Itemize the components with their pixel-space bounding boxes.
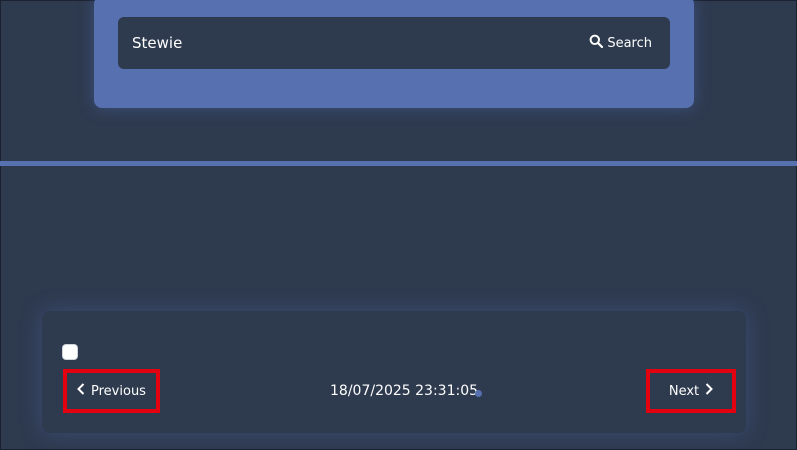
pagination-card: Previous 18/07/2025 23:31:05 Next — [42, 311, 746, 433]
next-button[interactable]: Next — [646, 369, 736, 413]
search-bar: Search — [118, 17, 670, 69]
search-panel: Search — [94, 0, 694, 108]
search-button-label: Search — [607, 35, 652, 51]
status-dot — [475, 390, 482, 397]
search-icon — [589, 34, 604, 52]
chevron-left-icon — [77, 383, 85, 399]
search-input[interactable] — [132, 17, 552, 69]
next-label: Next — [668, 383, 700, 399]
timestamp: 18/07/2025 23:31:05 — [330, 383, 479, 399]
chevron-right-icon — [705, 383, 714, 399]
previous-button[interactable]: Previous — [63, 369, 160, 413]
section-divider — [0, 161, 797, 166]
previous-label: Previous — [91, 383, 146, 399]
search-button[interactable]: Search — [589, 17, 652, 69]
select-checkbox[interactable] — [62, 344, 78, 360]
